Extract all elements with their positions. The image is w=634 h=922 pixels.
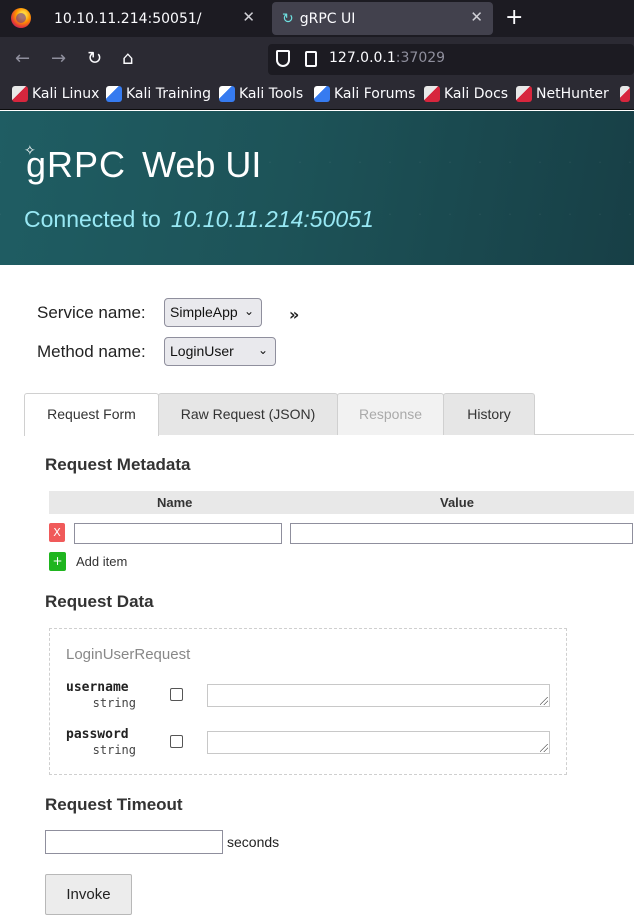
service-label: Service name: (37, 303, 146, 322)
bookmark-label: Kali Linux (32, 86, 100, 102)
bookmark-label: Kali Tools (239, 86, 304, 102)
url-bar[interactable]: 127.0.0.1:37029 (268, 44, 634, 75)
method-select[interactable]: LoginUser ⌄ (164, 337, 276, 366)
tab-response: Response (337, 393, 444, 435)
shield-icon[interactable] (276, 50, 290, 67)
add-item-button[interactable]: + (49, 552, 66, 571)
connected-host: 10.10.11.214:50051 (170, 206, 374, 232)
column-value-header: Value (440, 495, 474, 510)
tab-raw-request[interactable]: Raw Request (JSON) (158, 393, 338, 435)
app-header: ✧ gRPC Web UI Connected to 10.10.11.214:50… (0, 111, 634, 265)
metadata-title: Request Metadata (45, 455, 191, 474)
timeout-input[interactable] (45, 830, 223, 854)
connected-label: Connected to (24, 206, 161, 232)
browser-tab-1[interactable]: 10.10.11.214:50051/ ✕ (40, 2, 265, 35)
bookmark-kali-tools[interactable]: Kali Tools (219, 86, 303, 102)
bookmark-kali-forums[interactable]: Kali Forums (314, 86, 415, 102)
bookmark-label: Kali Docs (444, 86, 509, 102)
form-tabs: Request Form Raw Request (JSON) Response… (24, 393, 634, 436)
nethunter-icon (516, 86, 532, 102)
bookmark-kali-docs[interactable]: Kali Docs (424, 86, 508, 102)
kali-tools-icon (219, 86, 235, 102)
bookmark-label: NetHunter (536, 86, 609, 102)
service-select[interactable]: SimpleApp ⌄ (164, 298, 262, 327)
bookmark-kali-training[interactable]: Kali Training (106, 86, 211, 102)
service-value: SimpleApp (170, 304, 238, 320)
bookmark-nethunter[interactable]: NetHunter (516, 86, 609, 102)
close-tab-icon[interactable]: ✕ (242, 8, 255, 26)
close-tab-icon[interactable]: ✕ (470, 8, 483, 26)
bookmark-overflow[interactable] (620, 86, 634, 102)
tab-request-form[interactable]: Request Form (24, 393, 159, 436)
browser-tab-bar: 10.10.11.214:50051/ ✕ ↻ gRPC UI ✕ + (0, 0, 634, 37)
forward-arrow-icon[interactable]: → (51, 48, 66, 69)
page-icon (305, 51, 317, 67)
column-name-header: Name (157, 495, 193, 510)
bookmarks-bar: Kali Linux Kali Training Kali Tools Kali… (0, 82, 634, 110)
grpc-logo: ✧ gRPC (24, 142, 127, 186)
field-name-password: password (66, 727, 129, 742)
browser-tab-title: gRPC UI (299, 10, 356, 27)
browser-tab-title: 10.10.11.214:50051/ (54, 10, 202, 27)
request-data-title: Request Data (45, 592, 154, 611)
kali-dragon-icon (12, 86, 28, 102)
kali-forums-icon (314, 86, 330, 102)
field-name-username: username (66, 680, 129, 695)
url-host: 127.0.0.1 (329, 50, 396, 66)
expand-icon[interactable]: » (289, 305, 299, 324)
username-input[interactable] (207, 684, 550, 707)
message-type-label: LoginUserRequest (66, 646, 191, 663)
url-port: :37029 (395, 50, 446, 66)
timeout-unit-label: seconds (227, 834, 280, 850)
tab-history[interactable]: History (443, 393, 535, 435)
kali-training-icon (106, 86, 122, 102)
app-title: Web UI (142, 144, 262, 185)
logo-text: gRPC (26, 144, 127, 185)
sparkle-icon: ✧ (24, 142, 37, 158)
connection-status: Connected to 10.10.11.214:50051 (24, 206, 374, 233)
new-tab-button[interactable]: + (505, 5, 523, 30)
browser-nav-bar: ← → ↻ ⌂ 127.0.0.1:37029 (0, 37, 634, 82)
metadata-name-input[interactable] (74, 523, 282, 544)
firefox-logo-icon (11, 8, 31, 28)
exploit-db-icon (620, 86, 630, 102)
password-null-checkbox[interactable] (170, 735, 183, 748)
field-type-username: string (92, 696, 136, 710)
back-arrow-icon[interactable]: ← (15, 48, 30, 69)
username-null-checkbox[interactable] (170, 688, 183, 701)
grpc-favicon-icon: ↻ (282, 10, 294, 27)
method-value: LoginUser (170, 343, 234, 359)
bookmark-label: Kali Training (126, 86, 211, 102)
kali-docs-icon (424, 86, 440, 102)
password-input[interactable] (207, 731, 550, 754)
method-label: Method name: (37, 342, 146, 361)
home-icon[interactable]: ⌂ (122, 48, 133, 69)
chevron-down-icon: ⌄ (243, 304, 254, 318)
browser-tab-2[interactable]: ↻ gRPC UI ✕ (272, 2, 493, 35)
chevron-down-icon: ⌄ (257, 343, 268, 357)
field-type-password: string (92, 743, 136, 757)
metadata-table-header: Name Value (49, 491, 634, 514)
invoke-button[interactable]: Invoke (45, 874, 132, 915)
url-text[interactable]: 127.0.0.1:37029 (329, 50, 445, 66)
request-data-box: LoginUserRequest username string passwor… (49, 628, 567, 775)
metadata-value-input[interactable] (290, 523, 633, 544)
reload-icon[interactable]: ↻ (87, 48, 102, 69)
bookmark-kali-linux[interactable]: Kali Linux (12, 86, 99, 102)
bookmark-label: Kali Forums (334, 86, 416, 102)
add-item-label[interactable]: Add item (76, 554, 127, 569)
timeout-title: Request Timeout (45, 795, 183, 814)
remove-row-button[interactable]: X (49, 523, 65, 542)
